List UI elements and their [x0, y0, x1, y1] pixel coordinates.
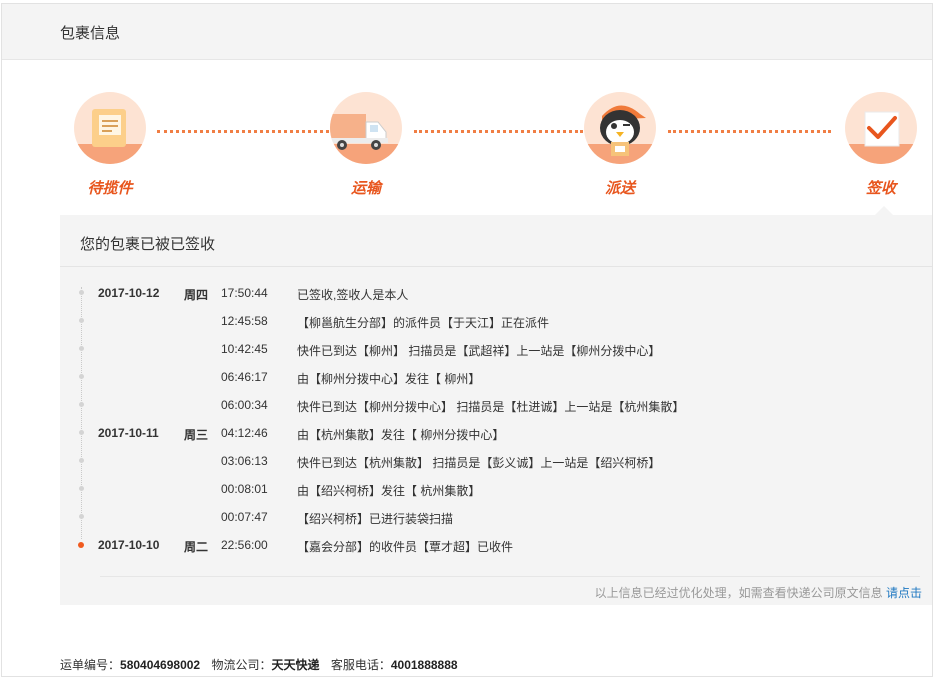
panel-title: 包裹信息 — [60, 25, 121, 42]
step-label: 待揽件 — [87, 180, 133, 197]
status-header: 您的包裹已被已签收 — [60, 215, 932, 267]
timeline-dot — [79, 318, 84, 323]
courier-penguin-icon — [584, 92, 656, 164]
row-date: 2017-10-12 — [98, 286, 160, 300]
step-transport: 运输 — [330, 92, 402, 202]
check-signed-icon — [845, 92, 917, 164]
row-time: 06:46:17 — [221, 370, 268, 384]
timeline-row: 2017-10-12 周四 17:50:44 已签收,签收人是本人 — [60, 281, 932, 309]
step-signed: 签收 — [845, 92, 917, 202]
timeline-dot — [79, 402, 84, 407]
timeline-dot-origin — [78, 542, 84, 548]
row-time: 17:50:44 — [221, 286, 268, 300]
row-date: 2017-10-10 — [98, 538, 160, 552]
step-label: 签收 — [865, 180, 896, 197]
note-text: 以上信息已经过优化处理，如需查看快递公司原文信息 — [594, 586, 883, 600]
row-time: 00:07:47 — [221, 510, 268, 524]
row-time: 04:12:46 — [221, 426, 268, 440]
row-desc: 已签收,签收人是本人 — [297, 288, 409, 302]
timeline-dot — [79, 514, 84, 519]
row-desc: 快件已到达【杭州集散】 扫描员是【彭义诚】上一站是【绍兴柯桥】 — [297, 456, 661, 470]
row-time: 12:45:58 — [221, 314, 268, 328]
step-connector — [157, 130, 329, 134]
package-icon — [74, 92, 146, 164]
timeline-row: 2017-10-11 周三 04:12:46 由【杭州集散】发往【 柳州分拨中心… — [60, 421, 932, 449]
tracking-info-box: 您的包裹已被已签收 2017-10-12 周四 17:50:44 已签收,签收人… — [60, 215, 932, 605]
step-pending-pickup: 待揽件 — [74, 92, 146, 202]
timeline-row: 2017-10-10 周二 22:56:00 【嘉会分部】的收件员【覃才超】已收… — [60, 533, 932, 561]
company-name: 天天快递 — [271, 658, 320, 672]
row-time: 03:06:13 — [221, 454, 268, 468]
row-weekday: 周三 — [184, 428, 209, 442]
row-date: 2017-10-11 — [98, 426, 159, 440]
timeline-dot — [79, 486, 84, 491]
step-connector — [668, 130, 831, 134]
timeline-row: 06:46:17 由【柳州分拨中心】发往【 柳州】 — [60, 365, 932, 393]
row-time: 06:00:34 — [221, 398, 268, 412]
timeline-row: 00:08:01 由【绍兴柯桥】发往【 杭州集散】 — [60, 477, 932, 505]
row-desc: 【嘉会分部】的收件员【覃才超】已收件 — [297, 540, 514, 554]
row-weekday: 周二 — [184, 540, 209, 554]
row-desc: 快件已到达【柳州分拨中心】 扫描员是【杜进诚】上一站是【杭州集散】 — [297, 400, 685, 414]
row-desc: 由【柳州分拨中心】发往【 柳州】 — [297, 372, 481, 386]
row-desc: 【绍兴柯桥】已进行装袋扫描 — [297, 512, 454, 526]
row-desc: 由【杭州集散】发往【 柳州分拨中心】 — [297, 428, 505, 442]
timeline-dot — [79, 458, 84, 463]
timeline-dot — [79, 346, 84, 351]
row-desc: 快件已到达【柳州】 扫描员是【武超祥】上一站是【柳州分拨中心】 — [297, 344, 661, 358]
timeline-row: 06:00:34 快件已到达【柳州分拨中心】 扫描员是【杜进诚】上一站是【杭州集… — [60, 393, 932, 421]
row-desc: 由【绍兴柯桥】发往【 杭州集散】 — [297, 484, 481, 498]
row-time: 22:56:00 — [221, 538, 268, 552]
phone-label: 客服电话： — [330, 658, 391, 672]
step-connector — [414, 130, 583, 134]
timeline-row: 12:45:58 【柳邕航生分部】的派件员【于天江】正在派件 — [60, 309, 932, 337]
view-original-link[interactable]: 请点击 — [886, 586, 922, 600]
waybill-footer: 运单编号：580404698002 物流公司：天天快递 客服电话：4001888… — [60, 656, 458, 673]
timeline-row: 03:06:13 快件已到达【杭州集散】 扫描员是【彭义诚】上一站是【绍兴柯桥】 — [60, 449, 932, 477]
company-label: 物流公司： — [211, 658, 272, 672]
step-delivery: 派送 — [584, 92, 656, 202]
row-time: 10:42:45 — [221, 342, 268, 356]
step-label: 派送 — [604, 180, 635, 197]
row-time: 00:08:01 — [221, 482, 268, 496]
progress-steps: 待揽件 运输 派送 签收 — [0, 92, 935, 202]
step-label: 运输 — [350, 180, 381, 197]
panel-header: 包裹信息 — [2, 4, 932, 60]
timeline-row: 10:42:45 快件已到达【柳州】 扫描员是【武超祥】上一站是【柳州分拨中心】 — [60, 337, 932, 365]
optimization-note: 以上信息已经过优化处理，如需查看快递公司原文信息 请点击 — [595, 584, 922, 601]
status-text: 您的包裹已被已签收 — [80, 236, 216, 253]
row-desc: 【柳邕航生分部】的派件员【于天江】正在派件 — [297, 316, 550, 330]
timeline-row: 00:07:47 【绍兴柯桥】已进行装袋扫描 — [60, 505, 932, 533]
service-phone: 4001888888 — [390, 658, 458, 672]
row-weekday: 周四 — [184, 288, 209, 302]
waybill-label: 运单编号： — [60, 658, 121, 672]
note-divider — [100, 576, 920, 577]
truck-icon — [330, 92, 402, 164]
timeline-dot — [79, 290, 84, 295]
timeline-dot — [79, 430, 84, 435]
timeline-dot — [79, 374, 84, 379]
waybill-number: 580404698002 — [120, 658, 201, 672]
